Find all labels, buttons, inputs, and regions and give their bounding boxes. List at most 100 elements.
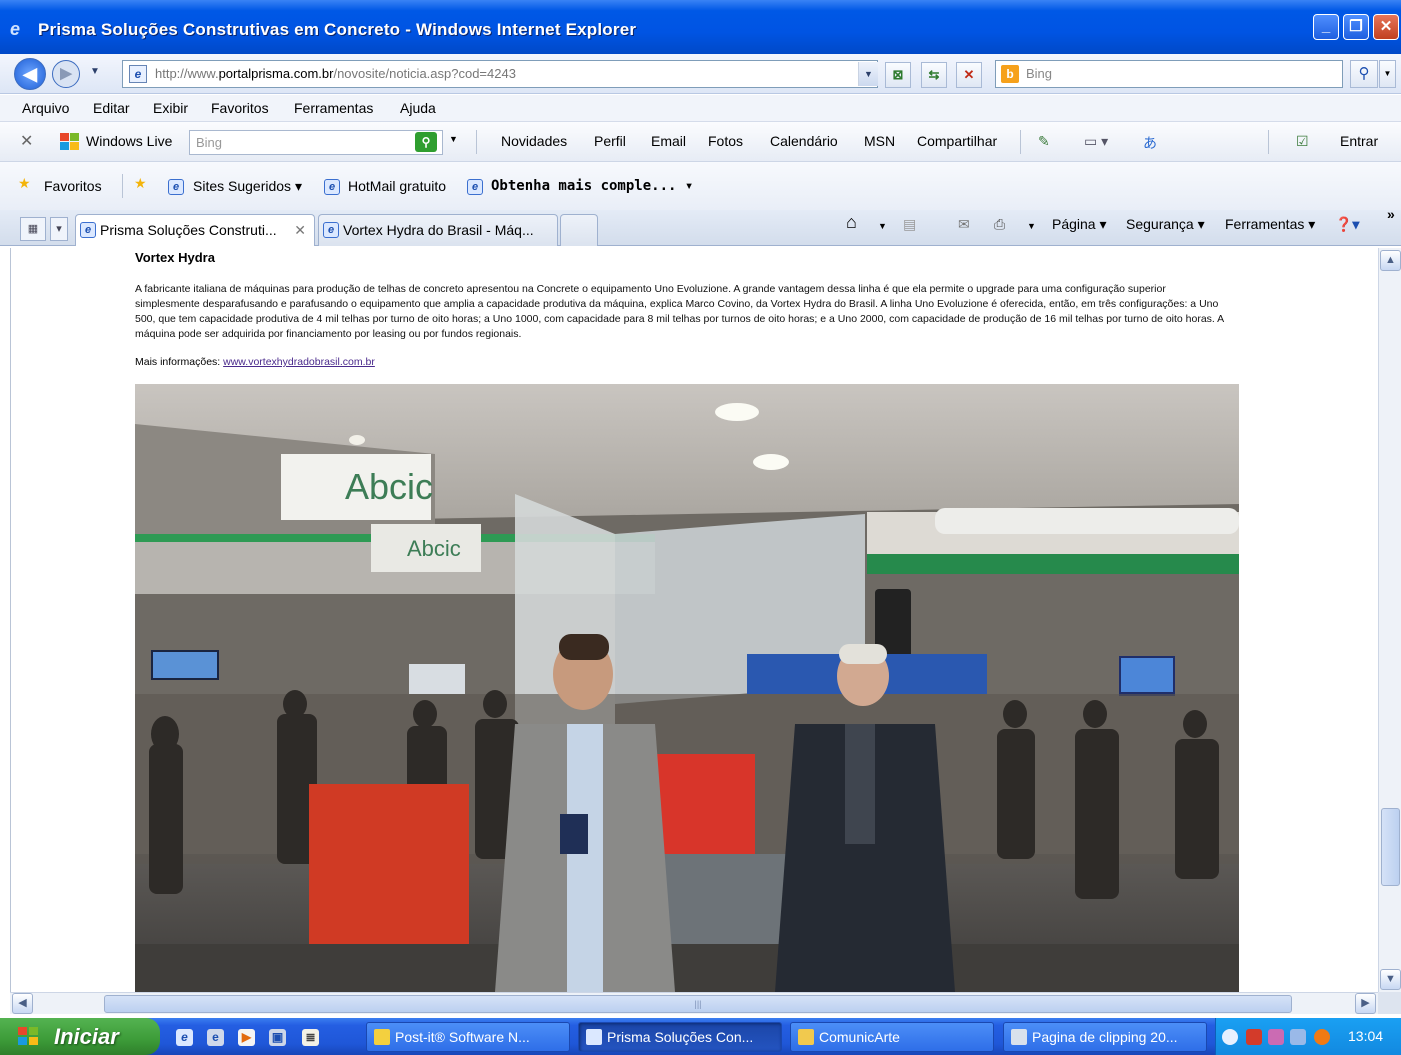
url-prefix: http://www. (155, 66, 219, 81)
task-label: Pagina de clipping 20... (1032, 1029, 1178, 1045)
tray-network-icon[interactable] (1290, 1029, 1306, 1045)
vertical-scrollbar[interactable]: ▲ ▼ (1378, 248, 1401, 992)
help-icon[interactable]: ❓▾ (1335, 216, 1359, 233)
scroll-left-icon[interactable]: ◀ (12, 993, 33, 1014)
compatibility-view-icon[interactable]: ⊠ (885, 62, 911, 88)
home-dropdown-icon[interactable]: ▼ (878, 221, 887, 231)
live-link-novidades[interactable]: Novidades (501, 133, 567, 149)
add-favorite-icon[interactable]: ★ (134, 175, 147, 192)
live-link-compartilhar[interactable]: Compartilhar (917, 133, 997, 149)
tab-prisma[interactable]: e Prisma Soluções Construti... ✕ (75, 214, 315, 246)
suggested-sites-link[interactable]: Sites Sugeridos ▾ (193, 178, 302, 195)
ie-task-icon (586, 1029, 602, 1045)
favorites-star-icon[interactable]: ★ (18, 175, 31, 192)
windows-flag-icon (18, 1027, 40, 1047)
scroll-down-icon[interactable]: ▼ (1380, 969, 1401, 990)
task-prisma[interactable]: Prisma Soluções Con... (578, 1022, 782, 1052)
translate-icon[interactable]: あ (1143, 133, 1157, 153)
toolbar-close-icon[interactable]: ✕ (20, 131, 33, 151)
task-postit[interactable]: Post-it® Software N... (366, 1022, 570, 1052)
scroll-up-icon[interactable]: ▲ (1380, 250, 1401, 271)
menu-ferramentas[interactable]: Ferramentas (294, 100, 373, 116)
ie-page-icon: e (323, 222, 339, 238)
sign-in-link[interactable]: Entrar (1340, 133, 1378, 149)
live-link-perfil[interactable]: Perfil (594, 133, 626, 149)
quicklaunch-browser-icon[interactable]: e (207, 1029, 224, 1046)
refresh-icon[interactable]: ⇆ (921, 62, 947, 88)
article-title: Vortex Hydra (135, 250, 215, 265)
start-button[interactable]: Iniciar (0, 1018, 160, 1055)
search-icon[interactable]: ⚲ (1350, 60, 1378, 88)
search-options-dropdown-icon[interactable]: ▼ (1379, 60, 1396, 88)
address-input[interactable]: e http://www.portalprisma.com.br/novosit… (122, 60, 878, 88)
address-dropdown-icon[interactable]: ▼ (858, 62, 878, 86)
close-button[interactable]: ✕ (1373, 14, 1399, 40)
more-info-link[interactable]: www.vortexhydradobrasil.com.br (223, 356, 375, 368)
tray-expand-icon[interactable] (1222, 1029, 1238, 1045)
get-more-addons-link[interactable]: Obtenha mais comple... ▾ (491, 178, 693, 194)
windows-live-logo-icon (60, 133, 80, 151)
photo-sign-abcic: Abcic (345, 466, 433, 507)
minimize-button[interactable]: _ (1313, 14, 1339, 40)
tray-app-icon[interactable] (1268, 1029, 1284, 1045)
tray-update-icon[interactable] (1314, 1029, 1330, 1045)
safety-menu[interactable]: Segurança ▾ (1126, 216, 1205, 233)
windows-live-link[interactable]: Windows Live (86, 133, 172, 149)
blog-it-icon[interactable]: ✎ (1038, 133, 1050, 150)
tools-menu[interactable]: Ferramentas ▾ (1225, 216, 1315, 233)
folder-icon (798, 1029, 814, 1045)
back-button[interactable]: ◀ (14, 58, 46, 90)
quicklaunch-desktop-icon[interactable]: ▣ (269, 1029, 286, 1046)
new-tab-button[interactable] (560, 214, 598, 246)
scroll-right-icon[interactable]: ▶ (1355, 993, 1376, 1014)
more-chevron-icon[interactable]: » (1387, 206, 1395, 222)
live-link-calendario[interactable]: Calendário (770, 133, 838, 149)
ie-page-icon: e (324, 179, 340, 195)
start-label: Iniciar (54, 1024, 119, 1049)
menu-ajuda[interactable]: Ajuda (400, 100, 436, 116)
tab-close-icon[interactable]: ✕ (294, 215, 306, 245)
highlight-icon[interactable]: ▭ ▾ (1084, 133, 1108, 150)
task-comunicarte[interactable]: ComunicArte (790, 1022, 994, 1052)
live-search-go-icon[interactable]: ⚲ (415, 132, 437, 152)
search-input[interactable]: b Bing (995, 60, 1343, 88)
task-clipping[interactable]: Pagina de clipping 20... (1003, 1022, 1207, 1052)
forward-button[interactable]: ▶ (52, 60, 80, 88)
favorites-button[interactable]: Favoritos (44, 178, 102, 194)
live-search-dropdown-icon[interactable]: ▼ (449, 134, 458, 144)
feeds-icon[interactable]: ▤ (903, 216, 916, 233)
live-search-input[interactable]: Bing (189, 130, 443, 155)
checkbox-icon[interactable]: ☑ (1296, 133, 1309, 150)
page-menu[interactable]: Página ▾ (1052, 216, 1107, 233)
quicklaunch-ie-icon[interactable]: e (176, 1029, 193, 1046)
home-icon[interactable]: ⌂ (846, 212, 857, 233)
live-link-msn[interactable]: MSN (864, 133, 895, 149)
menu-exibir[interactable]: Exibir (153, 100, 188, 116)
vertical-scroll-thumb[interactable] (1381, 808, 1400, 886)
menu-favoritos[interactable]: Favoritos (211, 100, 269, 116)
print-dropdown-icon[interactable]: ▼ (1027, 221, 1036, 231)
quick-tabs-icon[interactable]: ▦ (20, 217, 46, 241)
tray-security-icon[interactable] (1246, 1029, 1262, 1045)
bing-logo-icon: b (1001, 65, 1019, 83)
hotmail-link[interactable]: HotMail gratuito (348, 178, 446, 194)
tab-list-dropdown-icon[interactable]: ▾ (50, 217, 68, 241)
horizontal-scroll-thumb[interactable]: ||| (104, 995, 1292, 1013)
page-icon: e (129, 65, 147, 83)
maximize-button[interactable]: ❐ (1343, 14, 1369, 40)
history-dropdown-icon[interactable]: ▼ (90, 66, 100, 77)
mail-icon[interactable]: ✉ (958, 216, 970, 233)
horizontal-scrollbar[interactable]: ◀ ||| ▶ (10, 992, 1378, 1014)
live-link-email[interactable]: Email (651, 133, 686, 149)
live-link-fotos[interactable]: Fotos (708, 133, 743, 149)
windows-live-toolbar: ✕ Windows Live Bing ⚲ ▼ Novidades Perfil… (0, 122, 1401, 162)
print-icon[interactable]: ⎙ (994, 216, 1005, 233)
tab-vortex[interactable]: e Vortex Hydra do Brasil - Máq... (318, 214, 558, 246)
menu-editar[interactable]: Editar (93, 100, 130, 116)
menu-arquivo[interactable]: Arquivo (22, 100, 69, 116)
quicklaunch-notepad-icon[interactable]: ≣ (302, 1029, 319, 1046)
quicklaunch-media-icon[interactable]: ▶ (238, 1029, 255, 1046)
stop-icon[interactable]: ✕ (956, 62, 982, 88)
more-info-label: Mais informações: (135, 356, 224, 368)
scrollbar-corner (1378, 992, 1401, 1014)
